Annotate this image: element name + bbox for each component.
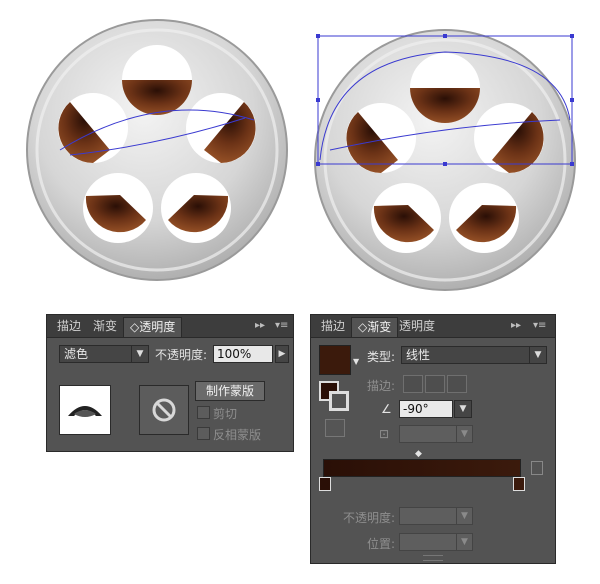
tab-transparency[interactable]: 透明度 [393, 317, 441, 336]
opacity-input[interactable]: 100% [213, 345, 273, 363]
fill-stroke-icon[interactable] [319, 381, 349, 411]
resize-grip-icon[interactable] [423, 555, 443, 561]
angle-dropdown[interactable]: ▼ [454, 400, 472, 418]
make-mask-button[interactable]: 制作蒙版 [195, 381, 265, 401]
stroke-label: 描边: [367, 379, 396, 393]
angle-input[interactable]: -90° [399, 400, 453, 418]
chevron-right-icon: ▶ [278, 349, 286, 359]
gradient-stop-left[interactable] [319, 477, 331, 491]
trash-icon[interactable] [531, 461, 543, 475]
collapse-icon[interactable]: ▸▸ [511, 320, 521, 331]
right-reel [314, 29, 576, 291]
canvas: 描边 渐变 ◇透明度 ▸▸ ▾≡ 滤色 ▼ 不透明度: 100% ▶ 制作蒙版 … [0, 0, 600, 584]
layer-thumbnail[interactable] [59, 385, 111, 435]
artwork [26, 19, 576, 291]
panel-menu-icon[interactable]: ▾≡ [533, 320, 546, 331]
panel-menu-icon[interactable]: ▾≡ [275, 320, 288, 331]
blend-mode-select[interactable]: 滤色 ▼ [59, 345, 149, 363]
gradient-slider[interactable] [323, 459, 521, 477]
opacity-select[interactable]: ▼ [399, 507, 473, 525]
stroke-along-icon[interactable] [425, 375, 445, 393]
tab-stroke[interactable]: 描边 [315, 317, 351, 336]
gradient-type-select[interactable]: 线性 ▼ [401, 346, 547, 364]
type-label: 类型: [367, 350, 396, 364]
opacity-label: 不透明度: [155, 348, 208, 362]
aspect-ratio-icon: ⊡ [379, 427, 390, 441]
gradient-swatch[interactable] [319, 345, 351, 375]
swatch-chevron-icon[interactable]: ▼ [353, 357, 359, 366]
tab-gradient[interactable]: ◇渐变 [351, 317, 399, 337]
chevron-down-icon: ▼ [459, 404, 467, 414]
blend-mode-value: 滤色 [64, 347, 89, 361]
clip-label: 剪切 [213, 407, 238, 421]
invert-mask-label: 反相蒙版 [213, 428, 262, 442]
aspect-ratio-select[interactable]: ▼ [399, 425, 473, 443]
stroke-within-icon[interactable] [403, 375, 423, 393]
tab-gradient[interactable]: 渐变 [87, 317, 123, 336]
stroke-across-icon[interactable] [447, 375, 467, 393]
angle-icon: ∠ [381, 402, 392, 416]
location-label: 位置: [367, 537, 396, 551]
gradient-panel: 描边 ◇渐变 透明度 ▸▸ ▾≡ ▼ 类型: 线性 ▼ 描边: ∠ -90° ▼ [310, 314, 556, 564]
chevron-down-icon: ▼ [529, 347, 546, 363]
mask-thumbnail[interactable] [139, 385, 189, 435]
circle-slash-icon [152, 398, 176, 422]
midpoint-diamond-icon[interactable]: ◆ [415, 449, 422, 459]
clip-checkbox[interactable] [197, 406, 210, 419]
thumbnail-image [68, 406, 102, 417]
chevron-down-icon: ▼ [131, 346, 148, 362]
tab-transparency[interactable]: ◇透明度 [123, 317, 183, 337]
tab-stroke[interactable]: 描边 [51, 317, 87, 336]
tab-bar: 描边 渐变 ◇透明度 ▸▸ ▾≡ [47, 315, 293, 338]
left-reel [26, 19, 288, 281]
chevron-down-icon: ▼ [456, 426, 472, 442]
reverse-gradient-icon[interactable] [325, 419, 345, 437]
invert-mask-checkbox[interactable] [197, 427, 210, 440]
chevron-down-icon: ▼ [456, 508, 472, 524]
tab-bar: 描边 ◇渐变 透明度 ▸▸ ▾≡ [311, 315, 555, 338]
gradient-stop-right[interactable] [513, 477, 525, 491]
chevron-down-icon: ▼ [456, 534, 472, 550]
transparency-panel: 描边 渐变 ◇透明度 ▸▸ ▾≡ 滤色 ▼ 不透明度: 100% ▶ 制作蒙版 … [46, 314, 294, 452]
collapse-icon[interactable]: ▸▸ [255, 320, 265, 331]
opacity-label: 不透明度: [343, 511, 396, 525]
location-select[interactable]: ▼ [399, 533, 473, 551]
opacity-arrow-button[interactable]: ▶ [275, 345, 289, 363]
gradient-type-value: 线性 [406, 348, 431, 362]
